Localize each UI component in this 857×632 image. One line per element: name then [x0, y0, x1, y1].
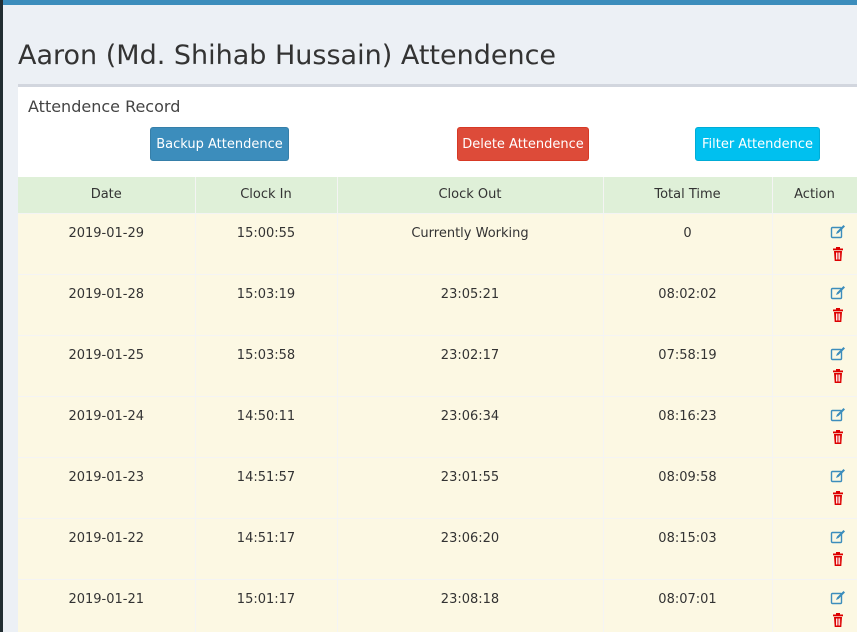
box-title: Attendence Record: [28, 97, 181, 116]
cell-total-time: 08:09:58: [603, 457, 773, 518]
trash-icon[interactable]: [830, 551, 846, 567]
table-row: 2019-01-24 14:50:11 23:06:34 08:16:23: [18, 396, 857, 457]
top-accent-bar: [0, 0, 857, 5]
cell-clock-out: 23:06:20: [337, 518, 604, 579]
cell-clock-out: 23:02:17: [337, 335, 604, 396]
column-header-clock-in: Clock In: [195, 177, 338, 213]
cell-action: [772, 274, 857, 335]
cell-clock-out: 23:01:55: [337, 457, 604, 518]
table-row: 2019-01-28 15:03:19 23:05:21 08:02:02: [18, 274, 857, 335]
cell-action: [772, 213, 857, 274]
cell-clock-out: 23:08:18: [337, 579, 604, 632]
attendance-table: Date Clock In Clock Out Total Time Actio…: [18, 177, 857, 632]
cell-total-time: 07:58:19: [603, 335, 773, 396]
cell-action: [772, 579, 857, 632]
cell-date: 2019-01-28: [18, 274, 196, 335]
table-header-row: Date Clock In Clock Out Total Time Actio…: [18, 177, 857, 213]
attendance-record-box: Attendence Record Backup Attendence Dele…: [18, 84, 857, 632]
trash-icon[interactable]: [830, 612, 846, 628]
edit-icon[interactable]: [830, 529, 846, 545]
sidebar-edge: [0, 0, 3, 632]
cell-date: 2019-01-25: [18, 335, 196, 396]
cell-action: [772, 335, 857, 396]
edit-icon[interactable]: [830, 468, 846, 484]
filter-attendance-button[interactable]: Filter Attendence: [695, 127, 820, 161]
cell-date: 2019-01-24: [18, 396, 196, 457]
cell-total-time: 08:07:01: [603, 579, 773, 632]
cell-total-time: 0: [603, 213, 773, 274]
edit-icon[interactable]: [830, 407, 846, 423]
cell-action: [772, 396, 857, 457]
trash-icon[interactable]: [830, 246, 846, 262]
column-header-clock-out: Clock Out: [337, 177, 604, 213]
cell-date: 2019-01-21: [18, 579, 196, 632]
trash-icon[interactable]: [830, 368, 846, 384]
table-row: 2019-01-22 14:51:17 23:06:20 08:15:03: [18, 518, 857, 579]
cell-clock-in: 14:51:57: [195, 457, 338, 518]
column-header-action: Action: [772, 177, 857, 213]
cell-clock-out: Currently Working: [337, 213, 604, 274]
cell-date: 2019-01-29: [18, 213, 196, 274]
cell-total-time: 08:16:23: [603, 396, 773, 457]
backup-attendance-button[interactable]: Backup Attendence: [150, 127, 289, 161]
cell-clock-out: 23:06:34: [337, 396, 604, 457]
cell-clock-in: 15:01:17: [195, 579, 338, 632]
table-row: 2019-01-21 15:01:17 23:08:18 08:07:01: [18, 579, 857, 632]
cell-action: [772, 518, 857, 579]
cell-date: 2019-01-22: [18, 518, 196, 579]
cell-action: [772, 457, 857, 518]
cell-date: 2019-01-23: [18, 457, 196, 518]
table-row: 2019-01-23 14:51:57 23:01:55 08:09:58: [18, 457, 857, 518]
trash-icon[interactable]: [830, 490, 846, 506]
cell-total-time: 08:15:03: [603, 518, 773, 579]
cell-clock-in: 15:03:19: [195, 274, 338, 335]
cell-clock-in: 15:03:58: [195, 335, 338, 396]
cell-clock-in: 15:00:55: [195, 213, 338, 274]
table-row: 2019-01-29 15:00:55 Currently Working 0: [18, 213, 857, 274]
page-title: Aaron (Md. Shihab Hussain) Attendence: [18, 40, 557, 71]
trash-icon[interactable]: [830, 429, 846, 445]
column-header-date: Date: [18, 177, 196, 213]
delete-attendance-button[interactable]: Delete Attendence: [457, 127, 589, 161]
edit-icon[interactable]: [830, 346, 846, 362]
edit-icon[interactable]: [830, 285, 846, 301]
column-header-total-time: Total Time: [603, 177, 773, 213]
cell-total-time: 08:02:02: [603, 274, 773, 335]
edit-icon[interactable]: [830, 224, 846, 240]
cell-clock-out: 23:05:21: [337, 274, 604, 335]
trash-icon[interactable]: [830, 307, 846, 323]
edit-icon[interactable]: [830, 590, 846, 606]
cell-clock-in: 14:50:11: [195, 396, 338, 457]
cell-clock-in: 14:51:17: [195, 518, 338, 579]
table-row: 2019-01-25 15:03:58 23:02:17 07:58:19: [18, 335, 857, 396]
